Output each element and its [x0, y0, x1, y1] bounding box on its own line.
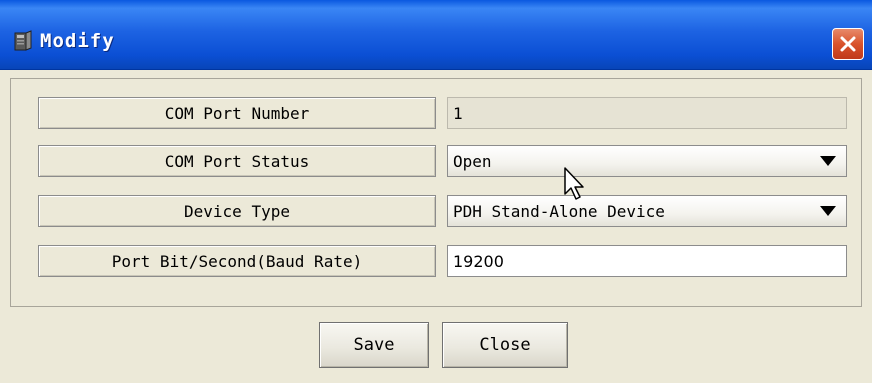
device-icon [14, 30, 34, 52]
com-port-status-label: COM Port Status [38, 145, 436, 177]
save-button[interactable]: Save [319, 322, 429, 368]
com-port-number-field: 1 [447, 97, 847, 129]
close-window-button[interactable] [832, 28, 864, 60]
chevron-down-icon[interactable] [820, 206, 836, 216]
dialog-footer [0, 307, 872, 383]
com-port-number-label: COM Port Number [38, 97, 436, 129]
close-icon [840, 36, 856, 52]
baud-rate-input[interactable]: 19200 [447, 245, 847, 277]
com-port-status-dropdown[interactable]: Open [447, 145, 847, 177]
device-type-label: Device Type [38, 195, 436, 227]
mouse-cursor-icon [563, 166, 593, 202]
close-button[interactable]: Close [442, 322, 568, 368]
baud-rate-label: Port Bit/Second(Baud Rate) [38, 245, 436, 277]
device-type-dropdown[interactable]: PDH Stand-Alone Device [447, 195, 847, 227]
com-port-status-value: Open [453, 151, 492, 171]
device-type-value: PDH Stand-Alone Device [453, 201, 665, 221]
chevron-down-icon[interactable] [820, 156, 836, 166]
title-bar[interactable]: Modify [0, 0, 872, 70]
window-title: Modify [40, 30, 115, 52]
modify-dialog: Modify COM Port Number 1 COM Port Status… [0, 0, 872, 383]
